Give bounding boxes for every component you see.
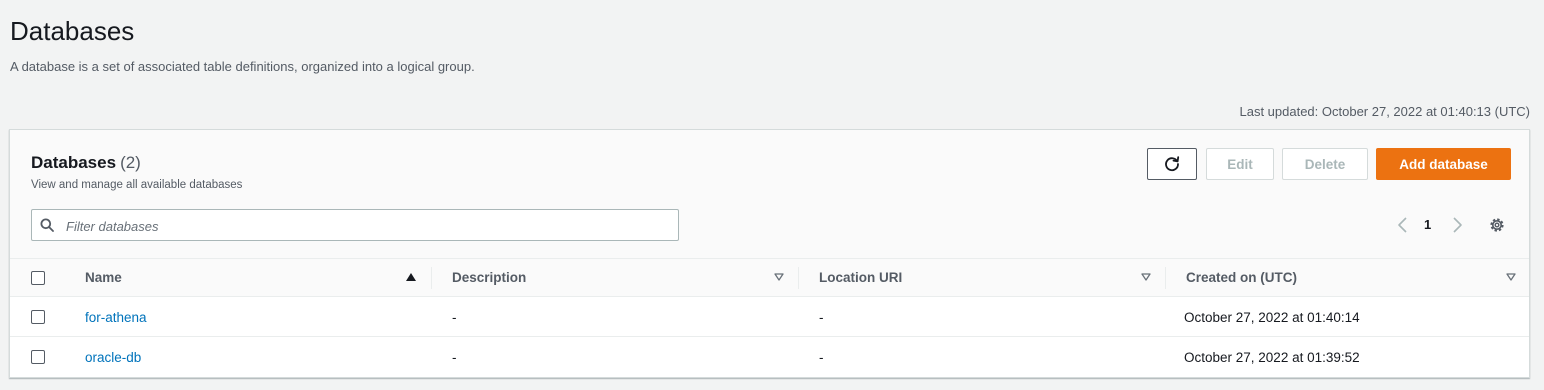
database-description: - bbox=[452, 310, 457, 325]
edit-button[interactable]: Edit bbox=[1206, 148, 1274, 180]
table-row[interactable]: for-athena - - October 27, 2022 at 01:40… bbox=[10, 297, 1529, 337]
refresh-icon bbox=[1165, 156, 1180, 172]
page-description: A database is a set of associated table … bbox=[10, 59, 475, 74]
panel-title-text: Databases bbox=[31, 153, 117, 172]
panel-subtitle: View and manage all available databases bbox=[31, 179, 243, 191]
column-divider[interactable] bbox=[431, 267, 432, 289]
delete-button[interactable]: Delete bbox=[1282, 148, 1368, 180]
chevron-left-icon[interactable] bbox=[1393, 214, 1413, 236]
column-header-created-on[interactable]: Created on (UTC) bbox=[1186, 270, 1297, 285]
database-location-uri: - bbox=[819, 350, 824, 365]
database-created-on: October 27, 2022 at 01:39:52 bbox=[1184, 350, 1360, 365]
current-page-number[interactable]: 1 bbox=[1424, 217, 1431, 232]
table-row[interactable]: oracle-db - - October 27, 2022 at 01:39:… bbox=[10, 337, 1529, 377]
panel-title: Databases (2) bbox=[31, 153, 141, 173]
database-location-uri: - bbox=[819, 310, 824, 325]
database-created-on: October 27, 2022 at 01:40:14 bbox=[1184, 310, 1360, 325]
refresh-button[interactable] bbox=[1147, 148, 1197, 180]
column-divider[interactable] bbox=[1165, 267, 1166, 289]
add-database-button[interactable]: Add database bbox=[1376, 148, 1511, 180]
panel-header: Databases (2) View and manage all availab… bbox=[10, 130, 1529, 258]
sort-descending-icon[interactable] bbox=[774, 273, 784, 281]
database-description: - bbox=[452, 350, 457, 365]
table-header: Name Description Location URI Created on… bbox=[10, 258, 1529, 297]
filter-databases-input[interactable] bbox=[64, 210, 668, 242]
row-checkbox[interactable] bbox=[31, 310, 45, 324]
row-checkbox[interactable] bbox=[31, 350, 45, 364]
column-divider[interactable] bbox=[798, 267, 799, 289]
panel-count: (2) bbox=[120, 153, 141, 172]
select-all-checkbox[interactable] bbox=[31, 271, 45, 285]
filter-box bbox=[31, 209, 679, 242]
column-header-location-uri[interactable]: Location URI bbox=[819, 270, 902, 285]
sort-descending-icon[interactable] bbox=[1141, 273, 1151, 281]
column-header-description[interactable]: Description bbox=[452, 270, 526, 285]
chevron-right-icon[interactable] bbox=[1447, 214, 1467, 236]
settings-gear-icon[interactable] bbox=[1488, 216, 1506, 234]
search-icon bbox=[40, 218, 54, 232]
database-name-link[interactable]: for-athena bbox=[85, 310, 147, 325]
column-header-name[interactable]: Name bbox=[85, 270, 122, 285]
sort-descending-icon[interactable] bbox=[1506, 273, 1516, 281]
page-title: Databases bbox=[10, 16, 135, 46]
sort-ascending-icon[interactable] bbox=[406, 273, 416, 281]
last-updated-text: Last updated: October 27, 2022 at 01:40:… bbox=[1239, 104, 1530, 119]
databases-panel: Databases (2) View and manage all availab… bbox=[9, 129, 1530, 378]
database-name-link[interactable]: oracle-db bbox=[85, 350, 141, 365]
